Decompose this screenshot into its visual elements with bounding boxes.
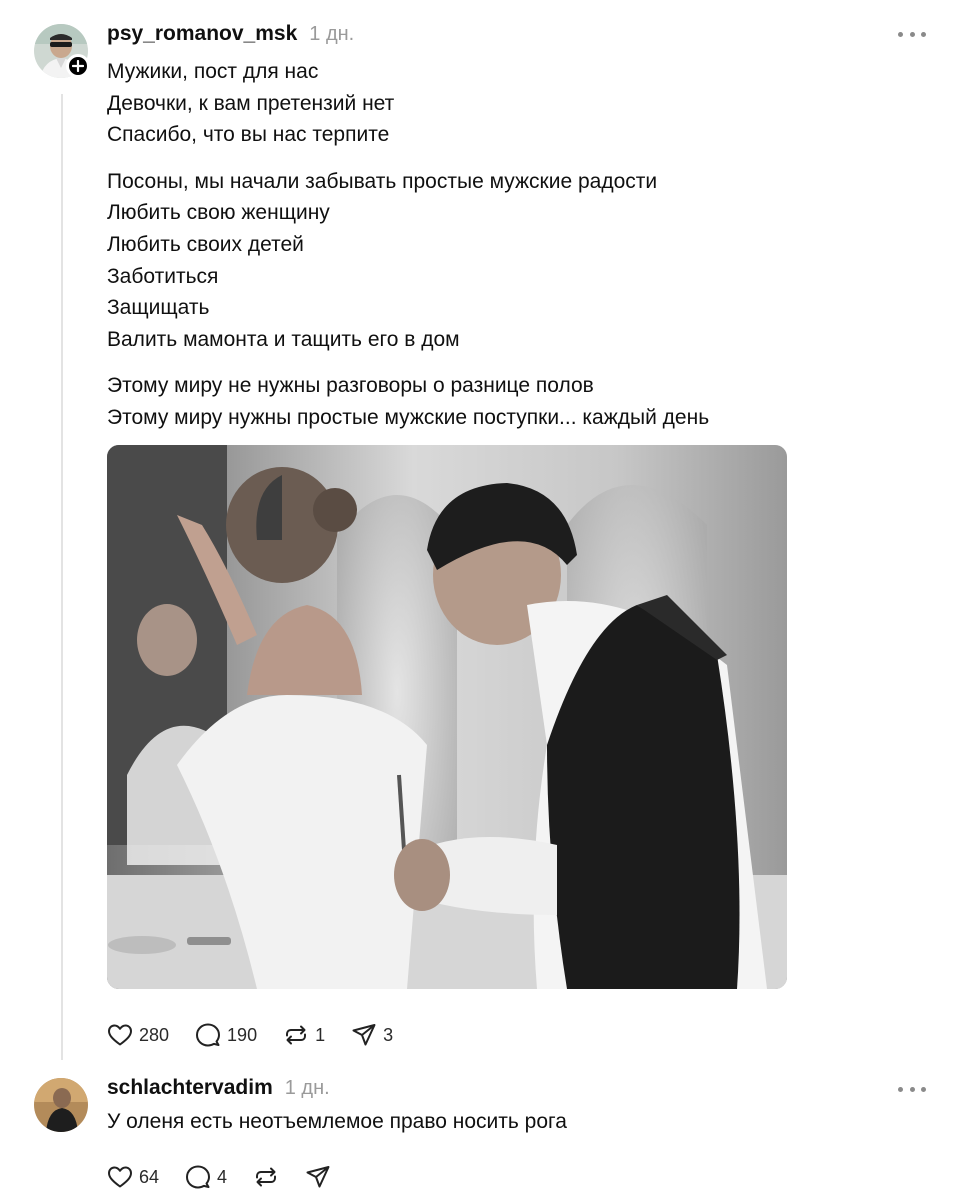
post-username[interactable]: psy_romanov_msk [107,22,297,46]
post-line: Этому миру не нужны разговоры о разнице … [107,374,594,398]
post-timestamp: 1 дн. [309,23,355,45]
reply-like-button[interactable]: 64 [107,1165,159,1189]
heart-icon [108,1166,132,1188]
comment-count: 190 [227,1024,258,1045]
follow-button[interactable] [66,54,90,78]
reply-username[interactable]: schlachtervadim [107,1076,273,1100]
post-actions: 280 190 1 3 [107,1022,419,1048]
reply-author-avatar[interactable] [34,1078,88,1132]
reply-body: У оленя есть неотъемлемое право носить р… [107,1110,567,1133]
share-button[interactable]: 3 [351,1022,393,1048]
thread-line [61,94,63,1060]
plus-icon [72,60,84,72]
speech-bubble-icon [186,1165,211,1189]
reply-like-count: 64 [139,1166,160,1187]
paper-plane-icon [306,1166,330,1188]
like-button[interactable]: 280 [107,1023,169,1047]
share-count: 3 [383,1024,394,1045]
reply-share-button[interactable] [305,1164,331,1190]
post-photo[interactable] [107,445,787,989]
reply-header: schlachtervadim 1 дн. [107,1076,330,1100]
post-line: Заботиться [107,264,219,288]
post-line: Любить свою женщину [107,201,330,225]
reply-comment-button[interactable]: 4 [185,1164,227,1190]
more-dots-icon [898,1086,903,1092]
post-paragraph: Посоны, мы начали забывать простые мужск… [107,166,867,356]
like-count: 280 [139,1024,170,1045]
post-line: Спасибо, что вы нас терпите [107,123,390,147]
speech-bubble-icon [196,1023,221,1047]
post-line: Валить мамонта и тащить его в дом [107,327,460,351]
reply-actions: 64 4 [107,1164,357,1190]
post-body: Мужики, пост для нас Девочки, к вам прет… [107,56,867,449]
post-line: Посоны, мы начали забывать простые мужск… [107,169,658,193]
repost-arrows-icon [286,1025,307,1045]
post-line: Защищать [107,296,210,320]
repost-count: 1 [315,1024,326,1045]
reply-more-button[interactable] [898,1082,926,1096]
paper-plane-icon [352,1024,376,1046]
repost-arrows-icon [256,1167,277,1187]
more-dots-icon [898,31,903,37]
repost-button[interactable]: 1 [283,1022,325,1048]
post-line: Мужики, пост для нас [107,60,319,83]
post-header: psy_romanov_msk 1 дн. [107,22,354,46]
post-paragraph: Мужики, пост для нас Девочки, к вам прет… [107,56,867,151]
comment-button[interactable]: 190 [195,1022,257,1048]
heart-icon [108,1024,132,1046]
post-paragraph: Этому миру не нужны разговоры о разнице … [107,370,867,433]
reply-comment-count: 4 [217,1166,228,1187]
threads-feed: psy_romanov_msk 1 дн. Мужики, пост для н… [0,0,960,1200]
post-more-button[interactable] [898,27,926,41]
post-line: Этому миру нужны простые мужские поступк… [107,405,710,429]
post-line: Девочки, к вам претензий нет [107,91,395,115]
reply-repost-button[interactable] [253,1164,279,1190]
post-line: Любить своих детей [107,232,304,256]
reply-timestamp: 1 дн. [284,1077,330,1099]
